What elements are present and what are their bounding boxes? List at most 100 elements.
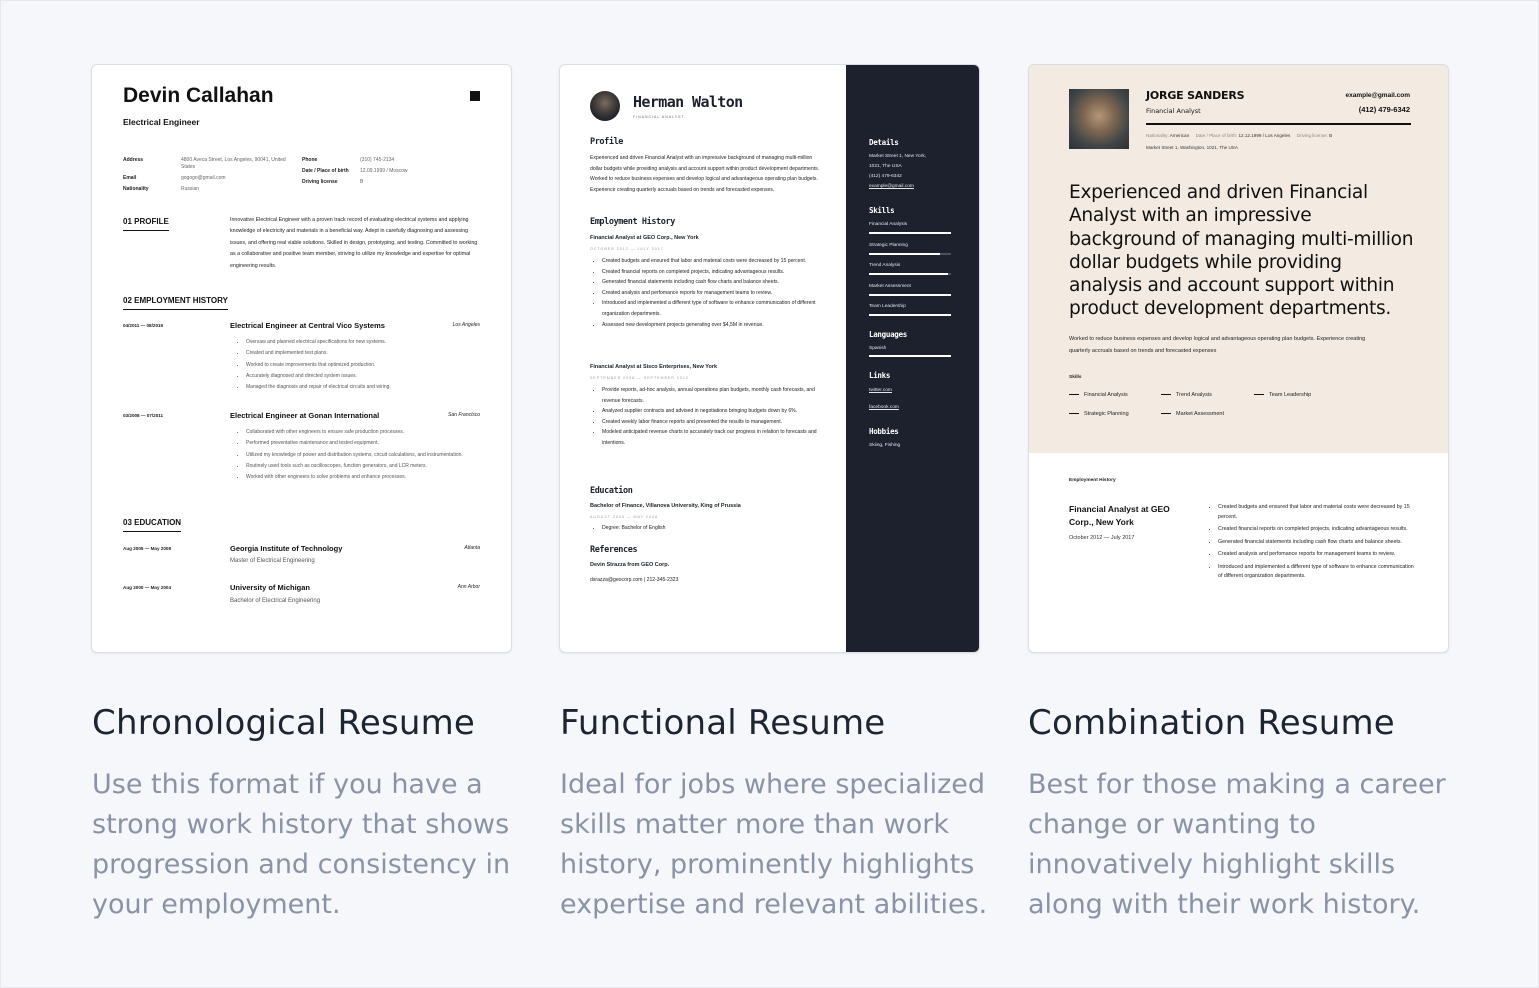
info-label: Nationality	[123, 186, 149, 192]
skill-bar	[869, 232, 951, 234]
skill-bar	[869, 253, 951, 255]
sidebar-heading-links: Links	[869, 371, 891, 380]
info-label: Address	[123, 157, 144, 163]
sidebar-address: 1021, The USA	[869, 164, 902, 169]
resume-phone: (412) 479-6342	[1358, 105, 1410, 114]
section-heading-employment: Employment History	[590, 217, 675, 227]
job-dates: OCTOBER 2012 — JULY 2017	[590, 247, 664, 251]
list-item: Analyzed supplier contracts and advised …	[602, 406, 827, 417]
list-item: Utilized my knowledge of power and distr…	[246, 450, 486, 461]
sidebar-hobbies: Skiing, Fishing	[869, 443, 901, 448]
job-bullets: Created budgets and ensured that labor a…	[593, 256, 827, 330]
skill-level-icon	[1161, 412, 1171, 415]
list-item: Worked with other engineers to solve pro…	[246, 472, 486, 483]
list-item: Routinely used tools such as oscilloscop…	[246, 461, 486, 472]
list-item: Degree: Bachelor of English	[602, 523, 827, 534]
profile-text: Innovative Electrical Engineer with a pr…	[230, 217, 478, 269]
list-item: Introduced and implemented a different t…	[1218, 563, 1418, 582]
list-item: Modeled anticipated revenue charts to ac…	[602, 427, 827, 448]
functional-caption: Functional Resume Ideal for jobs where s…	[560, 703, 990, 925]
skill-level-icon	[1161, 393, 1171, 396]
job-dates: 04/2011 — 08/2019	[123, 323, 164, 328]
list-item: Created budgets and ensured that labor a…	[602, 256, 827, 267]
job-location: San Francisco	[448, 412, 480, 418]
combination-resume-preview[interactable]: JORGE SANDERS Financial Analyst example@…	[1028, 64, 1449, 653]
header-divider	[1146, 123, 1411, 125]
skill-bar-fill	[869, 294, 951, 296]
sidebar-phone: (412) 479-6342	[869, 174, 902, 179]
job-role: Electrical Engineer at Central Vico Syst…	[230, 321, 385, 330]
job-dates: SEPTEMBER 2008 — SEPTEMBER 2012	[590, 376, 689, 380]
sidebar-heading-languages: Languages	[869, 330, 907, 339]
card-heading[interactable]: Chronological Resume	[92, 703, 522, 743]
info-value: gogogo@gmail.com	[181, 175, 226, 181]
skill-bar	[869, 314, 951, 316]
skill-label: Market Assessment	[869, 284, 911, 289]
list-item: Created financial reports on completed p…	[602, 267, 827, 278]
job-location: Los Angeles	[452, 322, 480, 328]
education-degree: Master of Electrical Engineering	[230, 558, 315, 564]
section-heading-references: References	[590, 545, 638, 555]
list-item: Worked to create improvements that optim…	[246, 360, 486, 371]
section-heading-profile: 01 PROFILE	[123, 217, 169, 231]
skill-item: Strategic Planning	[1069, 411, 1129, 417]
skill-level-icon	[1069, 412, 1079, 415]
skill-item: Team Leadership	[1254, 392, 1311, 398]
skill-item: Financial Analysis	[1069, 392, 1128, 398]
job-bullets: Provide reports, ad-hoc analysis, annual…	[593, 385, 827, 449]
card-description: Ideal for jobs where specialized skills …	[560, 769, 988, 920]
sidebar-link[interactable]: facebook.com	[869, 403, 899, 413]
section-heading-education: 03 EDUCATION	[123, 518, 182, 532]
resume-job-title: FINANCIAL ANALYST	[633, 115, 685, 119]
info-label: Email	[123, 175, 137, 181]
chronological-resume-preview[interactable]: Devin Callahan Electrical Engineer Addre…	[91, 64, 512, 653]
sidebar-heading-details: Details	[869, 138, 899, 147]
skill-level-icon	[1069, 393, 1079, 396]
list-item: Accurately diagnosed and directed system…	[246, 371, 486, 382]
skill-bar-fill	[869, 253, 940, 255]
list-item: Introduced and implemented a different t…	[602, 298, 827, 319]
education-bullets: Degree: Bachelor of English	[593, 523, 827, 534]
resume-summary: Experienced and driven Financial Analyst…	[1069, 182, 1414, 320]
list-item: Created analysis and perfomance reports …	[602, 288, 827, 299]
list-item: Collaborated with other engineers to ens…	[246, 427, 486, 438]
education-dates: Aug 2005 — May 2008	[123, 546, 172, 551]
sidebar-link[interactable]: twitter.com	[869, 386, 892, 396]
sidebar-email: example@gmail.com	[869, 184, 914, 189]
resume-address: Market Street 1, Washington, 1021, The U…	[1146, 145, 1238, 150]
functional-resume-preview[interactable]: Herman Walton FINANCIAL ANALYST Profile …	[559, 64, 980, 653]
profile-text: Experienced and driven Financial Analyst…	[590, 155, 820, 193]
sidebar-heading-hobbies: Hobbies	[869, 427, 899, 436]
section-heading-profile: Profile	[590, 137, 624, 147]
skill-bar	[869, 273, 951, 275]
list-item: Performed preventative maintenance and t…	[246, 438, 486, 449]
job-role: Financial Analyst at GEO Corp., New York	[1069, 504, 1170, 527]
info-value: (310) 745-2134	[360, 157, 395, 163]
education-school: Bachelor of Finance, Villanova Universit…	[590, 503, 741, 509]
skill-label: Strategic Planning	[869, 243, 908, 248]
skill-bar-fill	[869, 232, 951, 234]
resume-meta: Nationality: American Date / Place of bi…	[1146, 133, 1333, 138]
resume-formats-page: Devin Callahan Electrical Engineer Addre…	[0, 0, 1539, 988]
language-bar-fill	[869, 355, 951, 357]
list-item: Assessed new development projects genera…	[602, 320, 827, 331]
avatar	[590, 91, 620, 121]
card-heading[interactable]: Functional Resume	[560, 703, 990, 743]
sidebar-heading-skills: Skills	[869, 206, 895, 215]
job-bullets: Oversaw and planned electrical specifica…	[238, 337, 486, 393]
skill-bar-fill	[869, 273, 948, 275]
language-bar	[869, 355, 951, 357]
education-location: Ann Arbor	[457, 584, 480, 590]
skill-label: Financial Analysis	[869, 222, 908, 227]
list-item: Oversaw and planned electrical specifica…	[246, 337, 486, 348]
job-role: Electrical Engineer at Gonan Internation…	[230, 411, 380, 420]
skill-item: Trend Analysis	[1161, 392, 1212, 398]
education-dates: Aug 2000 — May 2004	[123, 585, 172, 590]
list-item: Created and implemented test plans.	[246, 348, 486, 359]
info-value: 12.09.1999 / Moscow	[360, 168, 408, 174]
education-degree: Bachelor of Electrical Engineering	[230, 598, 321, 604]
resume-name: JORGE SANDERS	[1146, 89, 1245, 102]
sidebar-address: Market Street 1, New York,	[869, 154, 927, 159]
card-heading[interactable]: Combination Resume	[1028, 703, 1458, 743]
list-item: Created analysis and perfomance reports …	[1218, 550, 1418, 560]
